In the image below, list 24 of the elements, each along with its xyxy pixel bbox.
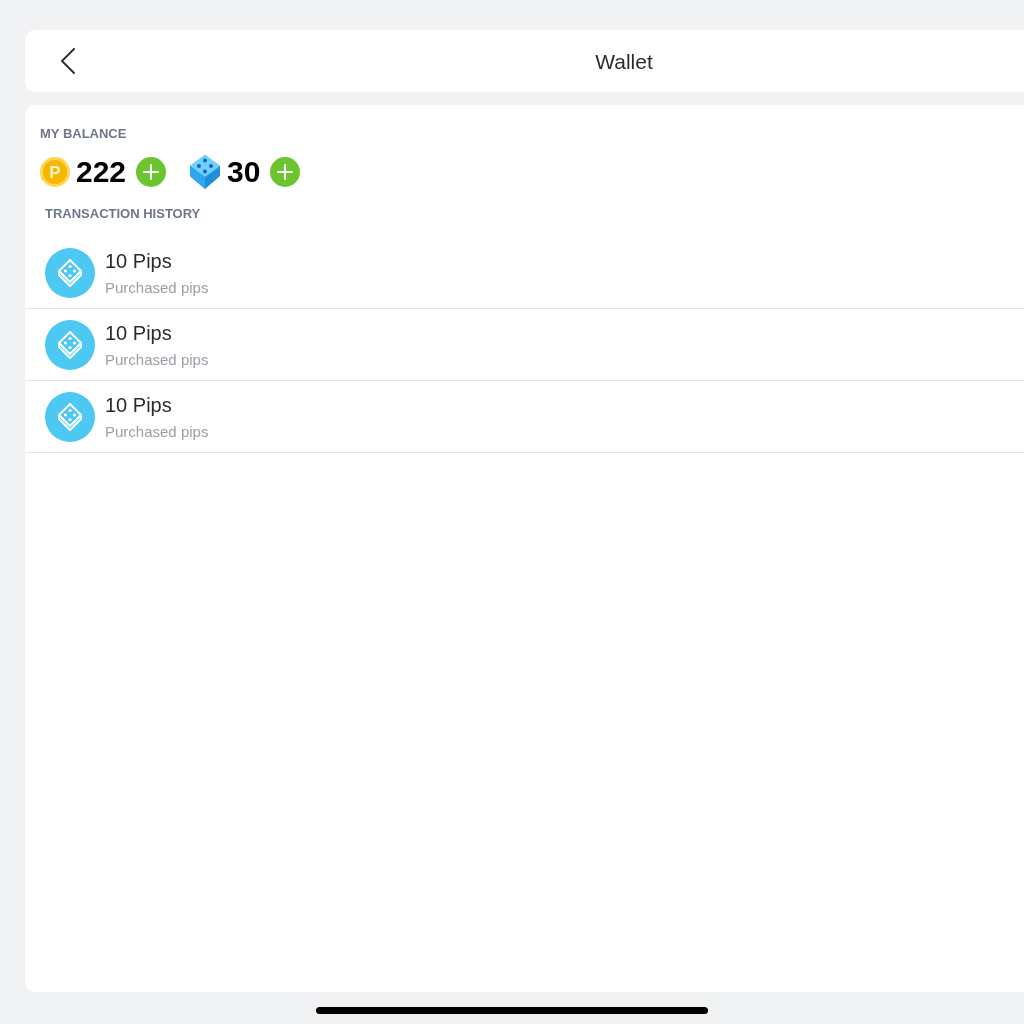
page-title: Wallet [595,50,653,72]
dice-icon [45,247,95,298]
transaction-description: Purchased pips [105,279,209,295]
transaction-row[interactable]: 10 Pips Purchased pips [25,381,1024,453]
transaction-row[interactable]: 10 Pips Purchased pips [25,237,1024,309]
coin-icon: P [40,157,70,187]
transaction-description: Purchased pips [105,423,209,439]
section-heading: MY BALANCE [40,127,127,140]
section-heading: TRANSACTION HISTORY [45,207,201,220]
transaction-row[interactable]: 10 Pips Purchased pips [25,309,1024,381]
dice-icon [45,391,95,442]
plus-icon [277,164,294,180]
add-button[interactable] [270,157,301,187]
transaction-description: Purchased pips [105,351,209,367]
plus-icon [143,164,160,180]
transaction-title: 10 Pips [105,322,172,343]
back-icon [60,48,76,74]
balance-amount: 222 [76,157,127,187]
dice-icon [45,319,95,370]
add-button[interactable] [136,157,167,187]
transaction-title: 10 Pips [105,250,172,271]
dice-icon [189,154,222,190]
balance-amount: 30 [227,157,261,187]
transaction-title: 10 Pips [105,394,172,415]
